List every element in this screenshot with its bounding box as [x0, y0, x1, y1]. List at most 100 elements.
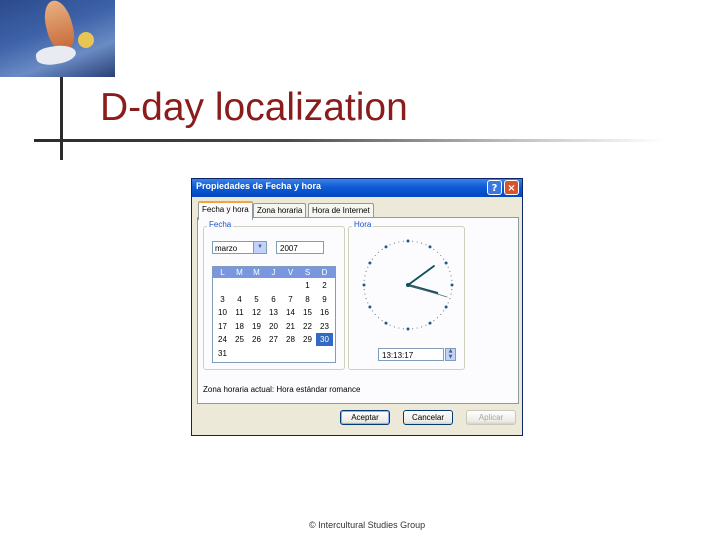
clock-minute-mark	[402, 328, 405, 330]
clock-minute-mark	[393, 326, 396, 328]
tab-time-zone[interactable]: Zona horaria	[253, 203, 307, 218]
calendar-day[interactable]: 22	[299, 320, 316, 333]
analog-clock	[362, 239, 454, 331]
calendar-weekday-header: S	[304, 268, 311, 277]
clock-minute-mark	[411, 240, 414, 242]
ok-button[interactable]: Aceptar	[340, 410, 390, 425]
calendar-day[interactable]: 6	[265, 293, 282, 306]
clock-minute-mark	[442, 310, 445, 312]
calendar-day[interactable]: 25	[231, 333, 248, 346]
calendar-weekday-header: V	[287, 268, 294, 277]
calendar-day[interactable]: 16	[316, 306, 333, 319]
calendar-day[interactable]: 14	[282, 306, 299, 319]
calendar-weekday-header: M	[253, 268, 260, 277]
clock-hour-mark	[368, 261, 372, 265]
calendar-day[interactable]: 19	[248, 320, 265, 333]
calendar-day[interactable]: 4	[231, 293, 248, 306]
clock-minute-mark	[450, 275, 452, 277]
month-calendar: L M M J V S D 1 2 3 4 5 6 7 8 9 10 11 12 13 14 15 16 17 18 19 20 21…	[212, 266, 336, 363]
angel-robe-shape	[34, 42, 78, 68]
calendar-day[interactable]: 24	[214, 333, 231, 346]
calendar-day[interactable]: 26	[248, 333, 265, 346]
clock-minute-mark	[389, 244, 391, 246]
clock-minute-mark	[449, 297, 451, 300]
tab-date-time[interactable]: Fecha y hora	[198, 201, 253, 220]
clock-hour-mark	[406, 239, 410, 243]
chevron-down-icon[interactable]: ▼	[253, 242, 266, 253]
time-group-label: Hora	[352, 220, 374, 229]
calendar-day[interactable]: 29	[299, 333, 316, 346]
date-group-label-text: Fecha	[209, 220, 232, 229]
calendar-day[interactable]: 15	[299, 306, 316, 319]
calendar-day[interactable]: 17	[214, 320, 231, 333]
clock-minute-mark	[420, 326, 423, 328]
horizontal-rule	[34, 139, 664, 142]
calendar-day[interactable]: 13	[265, 306, 282, 319]
month-select[interactable]: marzo ▼	[212, 241, 267, 254]
clock-minute-mark	[416, 327, 418, 329]
apply-button[interactable]: Aplicar	[466, 410, 516, 425]
vertical-rule	[60, 77, 63, 160]
current-timezone-text: Zona horaria actual: Hora estándar roman…	[203, 385, 361, 394]
calendar-day[interactable]: 10	[214, 306, 231, 319]
clock-minute-mark	[451, 288, 453, 291]
clock-hour-mark	[450, 283, 454, 287]
clock-minute-mark	[393, 242, 396, 244]
calendar-day[interactable]: 8	[299, 293, 316, 306]
close-button[interactable]: ×	[504, 180, 519, 195]
calendar-day[interactable]: 5	[248, 293, 265, 306]
clock-minute-mark	[411, 328, 414, 330]
year-value: 2007	[280, 244, 298, 253]
calendar-day[interactable]: 21	[282, 320, 299, 333]
clock-minute-mark	[436, 251, 439, 253]
clock-hour-mark	[384, 245, 388, 249]
calendar-day[interactable]: 18	[231, 320, 248, 333]
clock-minute-mark	[381, 319, 383, 322]
clock-minute-mark	[398, 241, 400, 243]
clock-minute-mark	[402, 240, 405, 242]
calendar-day[interactable]: 9	[316, 293, 333, 306]
clock-minute-mark	[416, 241, 418, 243]
time-spin-buttons[interactable]: ▲ ▼	[445, 348, 456, 361]
clock-minute-mark	[447, 266, 449, 268]
clock-minute-mark	[377, 251, 380, 253]
clock-minute-mark	[425, 244, 427, 246]
calendar-day[interactable]: 12	[248, 306, 265, 319]
calendar-weekday-header: J	[271, 268, 276, 277]
calendar-day[interactable]: 27	[265, 333, 282, 346]
dialog-title-bar[interactable]: Propiedades de Fecha y hora ? ×	[192, 179, 522, 197]
calendar-day[interactable]: 2	[316, 279, 333, 292]
calendar-day[interactable]: 31	[214, 347, 231, 360]
clock-minute-mark	[364, 293, 366, 295]
clock-minute-mark	[425, 324, 427, 326]
calendar-day[interactable]: 3	[214, 293, 231, 306]
tab-internet-time[interactable]: Hora de Internet	[308, 203, 374, 218]
clock-minute-mark	[363, 288, 365, 291]
calendar-day[interactable]: 7	[282, 293, 299, 306]
dialog-title: Propiedades de Fecha y hora	[196, 181, 322, 191]
calendar-day[interactable]: 20	[265, 320, 282, 333]
month-select-value: marzo	[215, 244, 238, 253]
calendar-weekday-header: L	[220, 268, 225, 277]
help-button[interactable]: ?	[487, 180, 502, 195]
time-input[interactable]: 13:13:17	[378, 348, 444, 361]
clock-minute-mark	[363, 279, 365, 282]
clock-hour-mark	[368, 305, 372, 309]
calendar-day[interactable]: 1	[299, 279, 316, 292]
calendar-day[interactable]: 11	[231, 306, 248, 319]
clock-minute-mark	[450, 293, 452, 295]
clock-hour-mark	[362, 283, 366, 287]
clock-minute-mark	[436, 317, 439, 319]
second-hand	[407, 284, 448, 298]
slide-title: D-day localization	[100, 86, 408, 129]
calendar-day[interactable]: 23	[316, 320, 333, 333]
calendar-day[interactable]: 28	[282, 333, 299, 346]
clock-minute-mark	[440, 313, 442, 316]
clock-minute-mark	[377, 317, 380, 319]
calendar-weekday-header: M	[236, 268, 243, 277]
cancel-button[interactable]: Cancelar	[403, 410, 453, 425]
calendar-weekday-header: D	[321, 268, 328, 277]
clock-minute-mark	[398, 327, 400, 329]
year-stepper[interactable]: 2007	[276, 241, 324, 254]
calendar-day[interactable]: 30	[316, 333, 333, 346]
